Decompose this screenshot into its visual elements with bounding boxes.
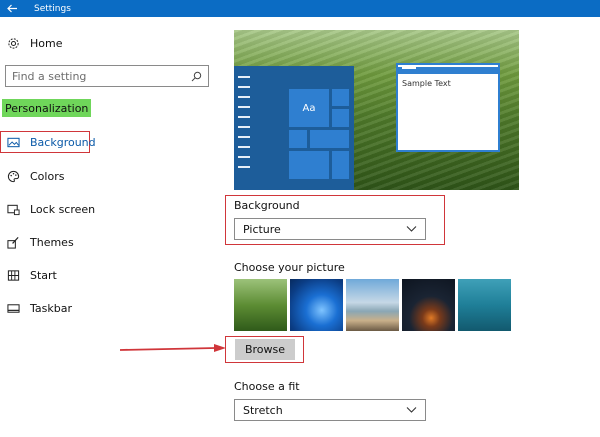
back-arrow-icon: [6, 4, 17, 13]
palette-icon: [6, 169, 20, 183]
search-icon: [191, 71, 202, 81]
preview-tile: [309, 129, 350, 149]
sidebar-item-label: Background: [30, 135, 96, 149]
nav-home[interactable]: Home: [6, 33, 62, 53]
fit-dropdown[interactable]: Stretch: [234, 399, 426, 421]
preview-start-menu: Aa: [234, 66, 354, 190]
sidebar-item-label: Start: [30, 268, 57, 282]
preview-menu-lines: [238, 76, 252, 176]
sidebar-item-themes[interactable]: Themes: [6, 232, 74, 252]
picture-thumbnails: [234, 279, 511, 331]
sidebar-item-start[interactable]: Start: [6, 265, 57, 285]
annotation-arrow-icon: [119, 344, 226, 352]
chevron-down-icon: [406, 407, 417, 413]
sidebar-item-label: Themes: [30, 235, 74, 249]
chevron-down-icon: [406, 226, 417, 232]
window-title: Settings: [34, 3, 71, 14]
preview-tile: [331, 88, 350, 107]
sidebar-item-taskbar[interactable]: Taskbar: [6, 298, 72, 318]
preview-tile-aa: Aa: [288, 88, 330, 128]
sidebar-item-colors[interactable]: Colors: [6, 166, 64, 186]
choose-picture-label: Choose your picture: [234, 261, 345, 274]
brush-icon: [6, 235, 20, 249]
sidebar-item-label: Taskbar: [30, 301, 72, 315]
preview-window: Sample Text: [396, 63, 500, 152]
back-button[interactable]: [0, 0, 24, 17]
taskbar-icon: [6, 301, 20, 315]
sidebar-item-background[interactable]: Background: [6, 132, 96, 152]
sidebar-item-label: Colors: [30, 169, 65, 183]
search-placeholder: Find a setting: [12, 69, 87, 83]
picture-thumbnail[interactable]: [290, 279, 343, 331]
search-input[interactable]: Find a setting: [5, 65, 209, 87]
preview-tile: [331, 150, 350, 180]
picture-thumbnail[interactable]: [458, 279, 511, 331]
picture-thumbnail[interactable]: [234, 279, 287, 331]
preview-tile: [331, 108, 350, 128]
picture-thumbnail[interactable]: [402, 279, 455, 331]
nav-home-label: Home: [30, 36, 63, 50]
picture-icon: [6, 135, 20, 149]
sidebar-item-lock-screen[interactable]: Lock screen: [6, 199, 95, 219]
preview-window-titlebar: [398, 67, 498, 74]
choose-fit-label: Choose a fit: [234, 380, 300, 393]
background-dropdown-value: Picture: [243, 222, 281, 236]
fit-dropdown-value: Stretch: [243, 403, 283, 417]
start-grid-icon: [6, 268, 20, 282]
background-preview: Aa Sample Text: [234, 30, 519, 190]
background-label: Background: [234, 199, 300, 212]
preview-tile: [288, 150, 330, 180]
picture-thumbnail[interactable]: [346, 279, 399, 331]
section-heading-personalization: Personalization: [2, 99, 92, 117]
gear-icon: [6, 36, 20, 50]
background-dropdown[interactable]: Picture: [234, 218, 426, 240]
preview-tile: [288, 129, 308, 149]
preview-tiles: Aa: [288, 88, 350, 186]
sidebar-item-label: Lock screen: [30, 202, 96, 216]
browse-button[interactable]: Browse: [235, 339, 295, 360]
preview-sample-text: Sample Text: [402, 79, 451, 88]
lock-screen-icon: [6, 202, 20, 216]
title-bar: Settings: [0, 0, 600, 17]
